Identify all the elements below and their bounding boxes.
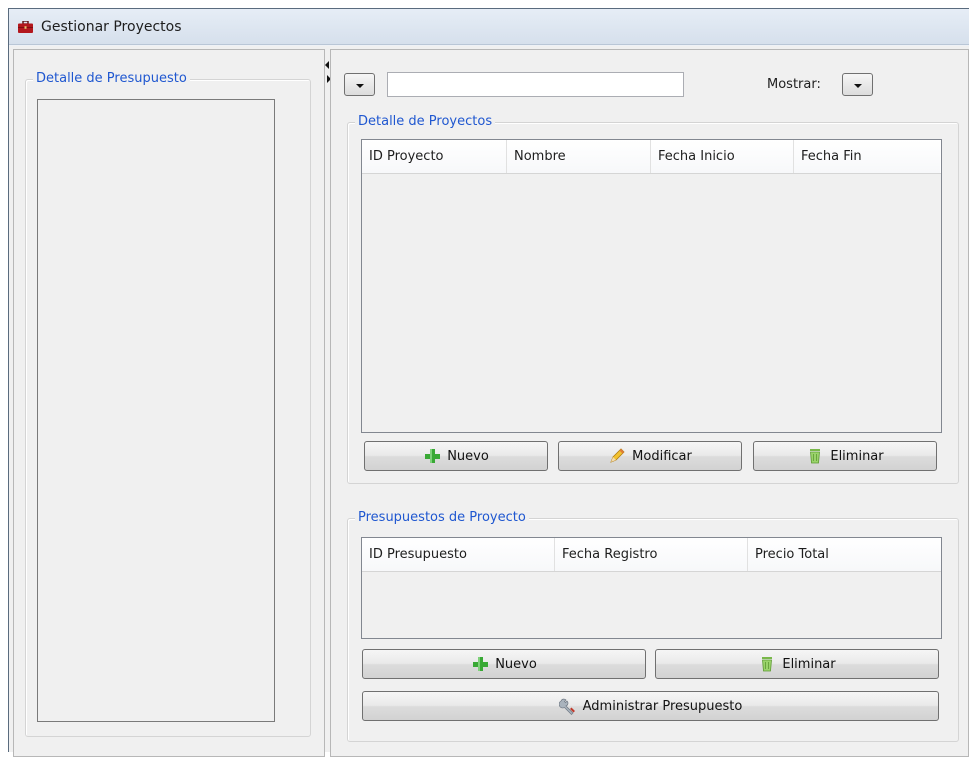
eliminar-proyecto-label: Eliminar	[830, 448, 884, 464]
filter-dropdown-button[interactable]	[344, 73, 375, 96]
column-header-id-presupuesto[interactable]: ID Presupuesto	[362, 538, 555, 571]
right-panel: Mostrar: Detalle de Proyectos ID Proyect…	[330, 49, 969, 757]
presupuestos-table-header: ID Presupuesto Fecha Registro Precio Tot…	[362, 538, 941, 572]
eliminar-presupuesto-button[interactable]: Eliminar	[655, 649, 939, 679]
column-header-fecha-inicio[interactable]: Fecha Inicio	[651, 140, 794, 173]
plus-icon	[425, 449, 441, 463]
nuevo-proyecto-button[interactable]: Nuevo	[364, 441, 548, 471]
proyectos-table-header: ID Proyecto Nombre Fecha Inicio Fecha Fi…	[362, 140, 941, 174]
plus-icon	[473, 657, 489, 671]
presupuesto-detail-list[interactable]	[37, 99, 275, 722]
mostrar-dropdown-button[interactable]	[842, 73, 873, 96]
presupuestos-group-title: Presupuestos de Proyecto	[355, 510, 529, 526]
column-header-fecha-fin[interactable]: Fecha Fin	[794, 140, 940, 173]
pencil-icon	[610, 448, 625, 463]
modificar-proyecto-button[interactable]: Modificar	[558, 441, 742, 471]
proyectos-group-title: Detalle de Proyectos	[355, 114, 496, 130]
column-header-id-proyecto[interactable]: ID Proyecto	[362, 140, 507, 173]
nuevo-proyecto-label: Nuevo	[447, 448, 489, 464]
main-window: Gestionar Proyectos Detalle de Presupues…	[8, 8, 969, 757]
eliminar-presupuesto-label: Eliminar	[782, 656, 836, 672]
chevron-down-icon	[356, 84, 364, 88]
presupuesto-detail-group: Detalle de Presupuesto	[25, 71, 311, 737]
presupuesto-detail-group-title: Detalle de Presupuesto	[33, 71, 190, 87]
nuevo-presupuesto-label: Nuevo	[495, 656, 537, 672]
wrench-icon	[558, 698, 575, 715]
presupuestos-table[interactable]: ID Presupuesto Fecha Registro Precio Tot…	[361, 537, 942, 639]
left-panel: Detalle de Presupuesto	[13, 49, 325, 757]
search-input[interactable]	[387, 72, 684, 97]
window-title: Gestionar Proyectos	[41, 19, 182, 35]
mostrar-label: Mostrar:	[767, 77, 821, 92]
column-header-fecha-registro[interactable]: Fecha Registro	[555, 538, 748, 571]
nuevo-presupuesto-button[interactable]: Nuevo	[362, 649, 646, 679]
administrar-presupuesto-button[interactable]: Administrar Presupuesto	[362, 691, 939, 721]
column-header-nombre[interactable]: Nombre	[507, 140, 651, 173]
trash-icon	[762, 657, 773, 672]
proyectos-table[interactable]: ID Proyecto Nombre Fecha Inicio Fecha Fi…	[361, 139, 942, 433]
briefcase-icon	[18, 21, 33, 33]
column-header-precio-total[interactable]: Precio Total	[748, 538, 941, 571]
proyectos-group: Detalle de Proyectos ID Proyecto Nombre …	[347, 114, 959, 484]
eliminar-proyecto-button[interactable]: Eliminar	[753, 441, 937, 471]
presupuestos-group: Presupuestos de Proyecto ID Presupuesto …	[347, 510, 959, 742]
chevron-down-icon	[854, 84, 862, 88]
collapse-left-arrow-icon[interactable]	[325, 61, 329, 69]
client-area: Detalle de Presupuesto Mostrar: Detalle …	[9, 46, 969, 757]
administrar-presupuesto-label: Administrar Presupuesto	[582, 698, 743, 714]
modificar-proyecto-label: Modificar	[632, 448, 692, 464]
title-bar[interactable]: Gestionar Proyectos	[9, 9, 969, 45]
trash-icon	[810, 449, 821, 464]
